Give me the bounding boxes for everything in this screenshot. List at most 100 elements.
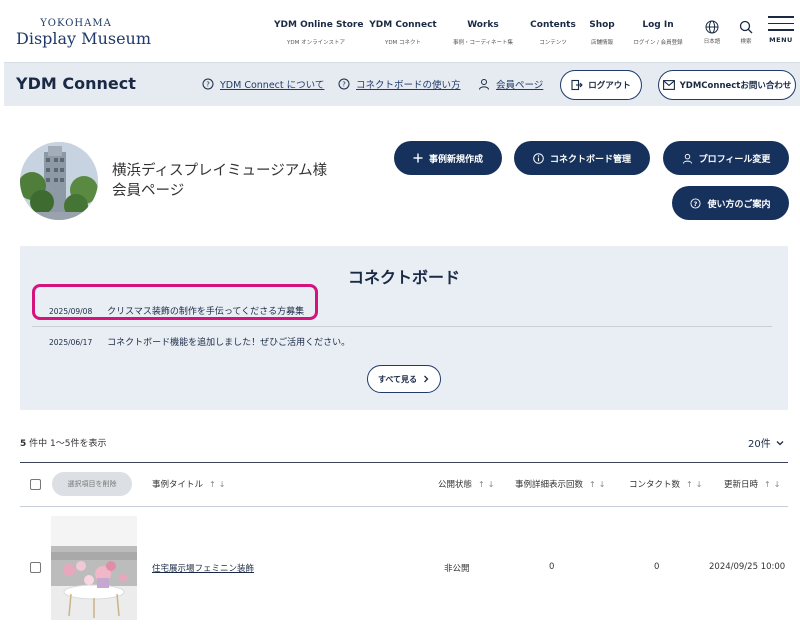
search-button[interactable]: 検索 [732,20,760,45]
guide-button[interactable]: ? 使い方のご案内 [672,186,789,220]
column-header-views[interactable]: 事例詳細表示回数 ↑↓ [515,478,608,490]
table-top-rule [20,462,788,463]
case-contacts: 0 [654,562,660,572]
nav-works[interactable]: Works 事例・コーディネート集 [446,20,520,46]
building-photo [20,142,98,220]
per-page-value: 20件 [748,439,771,450]
mail-icon [662,80,675,90]
column-label: コンタクト数 [629,480,681,490]
sort-arrows-icon[interactable]: ↑↓ [209,480,228,489]
nav-contents[interactable]: Contents コンテンツ [528,20,578,46]
menu-label: MENU [769,35,793,44]
result-range: 件中 1〜5件を表示 [29,439,107,449]
profile-edit-button[interactable]: プロフィール変更 [663,141,789,175]
see-all-button[interactable]: すべて見る [367,365,441,393]
column-header-title[interactable]: 事例タイトル ↑↓ [152,478,228,490]
profile-edit-label: プロフィール変更 [698,154,771,165]
menu-button[interactable]: MENU [766,16,796,44]
table-header-rule [20,506,788,507]
delete-selected-button[interactable]: 選択項目を削除 [52,472,132,496]
member-name: 横浜ディスプレイミュージアム様 会員ページ [112,161,327,201]
guide-label: 使い方のご案内 [707,199,771,210]
column-label: 公開状態 [438,480,473,490]
see-all-label: すべて見る [377,374,418,384]
board-manage-label: コネクトボード管理 [549,154,631,165]
nav-title: Log In [642,20,674,30]
nav-online-store[interactable]: YDM Online Store YDM オンラインストア [274,20,364,46]
nav-ydm-connect[interactable]: YDM Connect YDM コネクト [368,20,438,46]
case-status: 非公開 [444,564,470,574]
sort-arrows-icon[interactable]: ↑↓ [589,480,608,489]
member-name-line1: 横浜ディスプレイミュージアム様 [112,163,328,179]
new-case-button[interactable]: 事例新規作成 [394,141,502,175]
result-count: 5 件中 1〜5件を表示 [20,436,106,449]
board-item-date: 2025/09/08 [49,307,93,316]
question-circle-icon: ? [202,78,214,90]
svg-text:?: ? [694,199,698,207]
case-title-link[interactable]: 住宅展示場フェミニン装飾 [152,562,254,574]
nav-subtitle: YDM オンラインストア [287,40,345,46]
board-divider [32,326,772,327]
sort-arrows-icon[interactable]: ↑↓ [686,480,705,489]
column-header-contacts[interactable]: コンタクト数 ↑↓ [629,478,705,490]
link-member-page[interactable]: 会員ページ [478,77,543,91]
board-item-text: クリスマス装飾の制作を手伝ってくださる方募集 [107,307,305,317]
language-label: 日本語 [703,39,721,45]
logo-top-text: YOKOHAMA [40,18,112,29]
thumbnail-image [51,516,137,620]
case-views: 0 [549,562,555,572]
sort-arrows-icon[interactable]: ↑↓ [478,480,497,489]
nav-title: YDM Online Store [274,20,364,30]
link-label: 会員ページ [496,80,544,91]
chevron-down-icon [776,440,784,445]
column-label: 事例タイトル [152,480,204,490]
board-item-text: コネクトボード機能を追加しました！ぜひご活用ください。 [107,338,351,348]
delete-selected-label: 選択項目を削除 [67,480,117,488]
nav-title: Works [467,20,499,30]
member-name-line2: 会員ページ [112,183,185,199]
connect-board: コネクトボード 2025/09/08 クリスマス装飾の制作を手伝ってくださる方募… [20,246,788,410]
board-manage-button[interactable]: コネクトボード管理 [514,141,650,175]
case-updated: 2024/09/25 10:00 [709,562,786,572]
chevron-right-icon [424,375,429,383]
plus-icon [413,153,423,163]
user-icon [682,153,693,164]
row-checkbox[interactable] [30,562,41,573]
column-label: 更新日時 [724,480,759,490]
case-thumbnail[interactable] [51,516,137,620]
link-board-howto[interactable]: ? コネクトボードの使い方 [338,77,461,91]
contact-label: YDMConnectお問い合わせ [679,81,792,91]
link-label: YDM Connect について [220,80,325,91]
sort-arrows-icon[interactable]: ↑↓ [764,480,783,489]
column-header-status[interactable]: 公開状態 ↑↓ [438,478,497,490]
nav-subtitle: YDM コネクト [384,40,422,46]
nav-subtitle: 店舗情報 [590,40,613,46]
logout-button[interactable]: ログアウト [560,70,642,100]
question-circle-icon: ? [690,197,702,209]
search-icon [739,20,753,34]
nav-subtitle: ログイン / 会員登録 [633,40,683,46]
hamburger-icon [768,16,794,18]
nav-login[interactable]: Log In ログイン / 会員登録 [626,20,690,46]
board-item-date: 2025/06/17 [49,338,93,347]
column-label: 事例詳細表示回数 [515,480,584,490]
link-about-connect[interactable]: ? YDM Connect について [202,77,324,91]
contact-button[interactable]: YDMConnectお問い合わせ [658,70,796,100]
nav-shop[interactable]: Shop 店舗情報 [584,20,620,46]
board-item[interactable]: 2025/09/08 クリスマス装飾の制作を手伝ってくださる方募集 [49,304,304,317]
info-circle-icon [533,152,544,164]
link-label: コネクトボードの使い方 [356,80,461,91]
board-item[interactable]: 2025/06/17 コネクトボード機能を追加しました！ぜひご活用ください。 [49,335,350,348]
new-case-label: 事例新規作成 [428,154,483,165]
globe-icon [705,20,719,34]
subbar-title: YDM Connect [16,74,136,93]
per-page-select[interactable]: 20件 [748,435,784,450]
site-header: YOKOHAMA Display Museum YDM Online Store… [0,0,800,62]
select-all-checkbox[interactable] [30,479,41,490]
column-header-updated[interactable]: 更新日時 ↑↓ [724,478,783,490]
language-button[interactable]: 日本語 [698,20,726,45]
site-logo[interactable]: YOKOHAMA Display Museum [16,18,151,48]
nav-title: Contents [530,20,576,30]
svg-text:?: ? [342,81,346,89]
nav-title: YDM Connect [369,20,437,30]
